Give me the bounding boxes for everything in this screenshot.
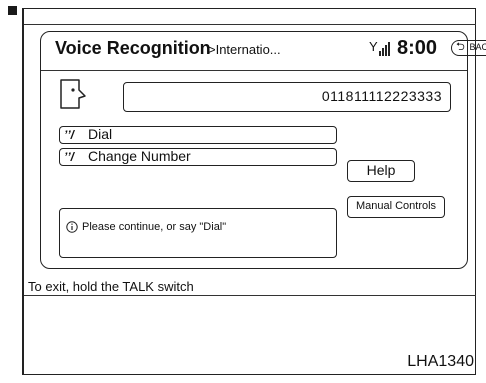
screen-title: Voice Recognition [55, 38, 211, 58]
info-icon [66, 221, 78, 233]
message-box: Please continue, or say "Dial" [59, 208, 337, 258]
command-dial[interactable]: ʼʼ/Dial [59, 126, 337, 144]
voice-command-icon: ʼʼ/ [64, 128, 75, 142]
header-divider [41, 70, 467, 71]
prompt-message: Please continue, or say "Dial" [82, 221, 227, 233]
back-button[interactable]: ⮌ BACK [451, 40, 486, 56]
voice-recognition-panel: Voice Recognition >Internatio... Y 8:00 … [40, 31, 486, 269]
command-dial-label: Dial [88, 126, 113, 142]
voice-command-icon: ʼʼ/ [64, 150, 75, 164]
figure-reference-code: LHA1340 [407, 353, 474, 370]
command-change-number[interactable]: ʼʼ/Change Number [59, 148, 337, 166]
phone-number-display: 011811112223333 [123, 82, 451, 112]
footer-instruction: To exit, hold the TALK switch [28, 279, 194, 294]
phone-number: 011811112223333 [321, 88, 442, 104]
return-arrow-icon: ⮌ [456, 41, 465, 53]
command-change-number-label: Change Number [88, 148, 191, 164]
display-screen: Voice Recognition >Internatio... Y 8:00 … [24, 24, 486, 296]
back-button-label: BACK [469, 42, 486, 52]
breadcrumb: >Internatio... [208, 42, 281, 57]
manual-controls-button[interactable]: Manual Controls [347, 196, 445, 218]
frame-top-edge [22, 8, 476, 9]
corner-mark [8, 6, 17, 15]
speaking-head-icon [60, 79, 86, 109]
clock: 8:00 [397, 37, 438, 59]
help-button[interactable]: Help [347, 160, 415, 182]
signal-antenna-icon: Y [369, 40, 393, 58]
frame-bottom-edge [22, 374, 476, 375]
